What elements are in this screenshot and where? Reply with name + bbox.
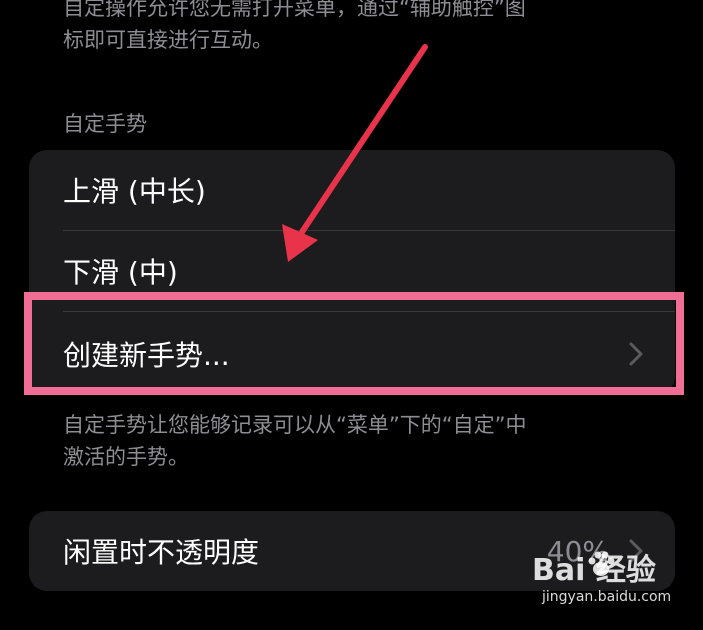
baidu-jingyan-watermark: Bai 经验 jingyan.baidu.com xyxy=(520,545,700,625)
red-arrow-annotation xyxy=(282,44,428,262)
watermark-logo-text: Bai 经验 xyxy=(532,553,656,588)
watermark-url: jingyan.baidu.com xyxy=(542,589,672,605)
